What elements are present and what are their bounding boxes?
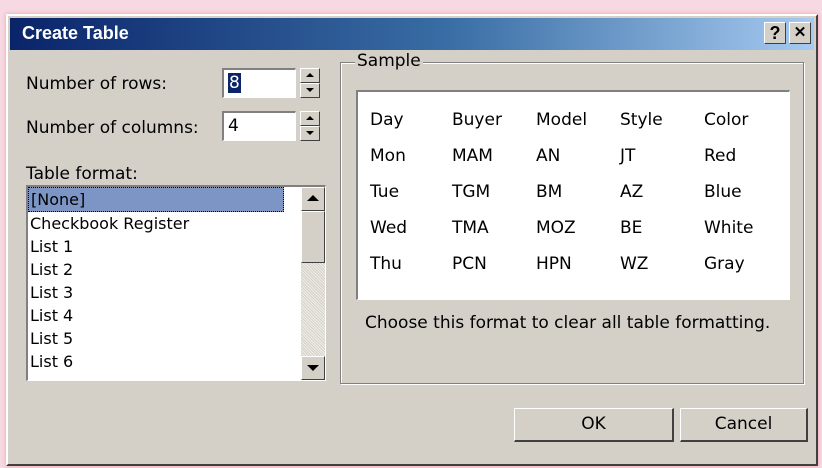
table-cell: WZ (620, 254, 649, 274)
sample-table: Day Buyer Model Style Color Mon MAM AN J… (370, 102, 784, 282)
table-cell: Thu (370, 254, 402, 274)
table-cell: JT (620, 146, 636, 166)
table-format-label: Table format: (26, 164, 138, 184)
list-item[interactable]: List 4 (28, 304, 284, 327)
arrow-down-icon (306, 131, 314, 135)
arrow-down-icon (307, 365, 319, 371)
table-row: Tue TGM BM AZ Blue (370, 174, 784, 210)
arrow-up-icon (306, 116, 314, 120)
arrow-down-icon (306, 88, 314, 92)
table-cell: Mon (370, 146, 406, 166)
arrow-up-icon (307, 195, 319, 201)
table-cell: HPN (536, 254, 572, 274)
help-button[interactable]: ? (764, 22, 786, 44)
rows-input[interactable]: 8 (222, 68, 296, 98)
columns-input[interactable]: 4 (222, 111, 296, 141)
rows-up-button[interactable] (300, 68, 320, 83)
table-cell: TMA (452, 218, 489, 238)
close-button[interactable]: ✕ (789, 22, 811, 44)
rows-stepper[interactable] (300, 68, 320, 98)
format-description: Choose this format to clear all table fo… (365, 313, 771, 333)
table-cell: PCN (452, 254, 487, 274)
dialog-title: Create Table (22, 23, 129, 43)
table-row: Thu PCN HPN WZ Gray (370, 246, 784, 282)
rows-value: 8 (228, 73, 241, 93)
table-cell: AZ (620, 182, 644, 202)
table-row: Mon MAM AN JT Red (370, 138, 784, 174)
columns-stepper[interactable] (300, 111, 320, 141)
scroll-down-button[interactable] (301, 356, 325, 380)
table-cell: White (704, 218, 754, 238)
arrow-up-icon (306, 73, 314, 77)
columns-up-button[interactable] (300, 111, 320, 126)
table-cell: Model (536, 110, 588, 130)
columns-value: 4 (228, 116, 239, 136)
sample-legend: Sample (355, 51, 423, 71)
table-cell: Wed (370, 218, 408, 238)
ok-button[interactable]: OK (514, 408, 674, 442)
table-cell: Tue (370, 182, 400, 202)
list-item[interactable]: List 5 (28, 327, 284, 350)
list-item[interactable]: List 6 (28, 350, 284, 373)
table-cell: Day (370, 110, 404, 130)
table-cell: Buyer (452, 110, 502, 130)
table-cell: Color (704, 110, 749, 130)
table-cell: TGM (452, 182, 491, 202)
list-item[interactable]: [None] (28, 187, 284, 212)
sample-preview: Day Buyer Model Style Color Mon MAM AN J… (356, 90, 790, 300)
rows-down-button[interactable] (300, 83, 320, 98)
table-cell: BE (620, 218, 643, 238)
list-scrollbar[interactable] (301, 187, 325, 380)
table-cell: MAM (452, 146, 493, 166)
list-item[interactable]: List 1 (28, 235, 284, 258)
scroll-up-button[interactable] (301, 187, 325, 211)
table-row: Wed TMA MOZ BE White (370, 210, 784, 246)
table-cell: Red (704, 146, 737, 166)
columns-down-button[interactable] (300, 126, 320, 141)
table-cell: MOZ (536, 218, 576, 238)
table-cell: Gray (704, 254, 745, 274)
cancel-button[interactable]: Cancel (680, 408, 808, 442)
table-cell: Style (620, 110, 663, 130)
title-bar[interactable]: Create Table ? ✕ (10, 18, 814, 50)
close-icon: ✕ (793, 24, 807, 41)
list-item[interactable]: Checkbook Register (28, 212, 284, 235)
table-format-list[interactable]: [None] Checkbook Register List 1 List 2 … (26, 185, 326, 381)
rows-label: Number of rows: (26, 74, 167, 94)
list-item[interactable]: List 3 (28, 281, 284, 304)
list-item[interactable]: List 2 (28, 258, 284, 281)
scroll-thumb[interactable] (301, 211, 325, 263)
table-row: Day Buyer Model Style Color (370, 102, 784, 138)
table-cell: Blue (704, 182, 742, 202)
columns-label: Number of columns: (26, 118, 199, 138)
table-cell: BM (536, 182, 563, 202)
table-cell: AN (536, 146, 561, 166)
